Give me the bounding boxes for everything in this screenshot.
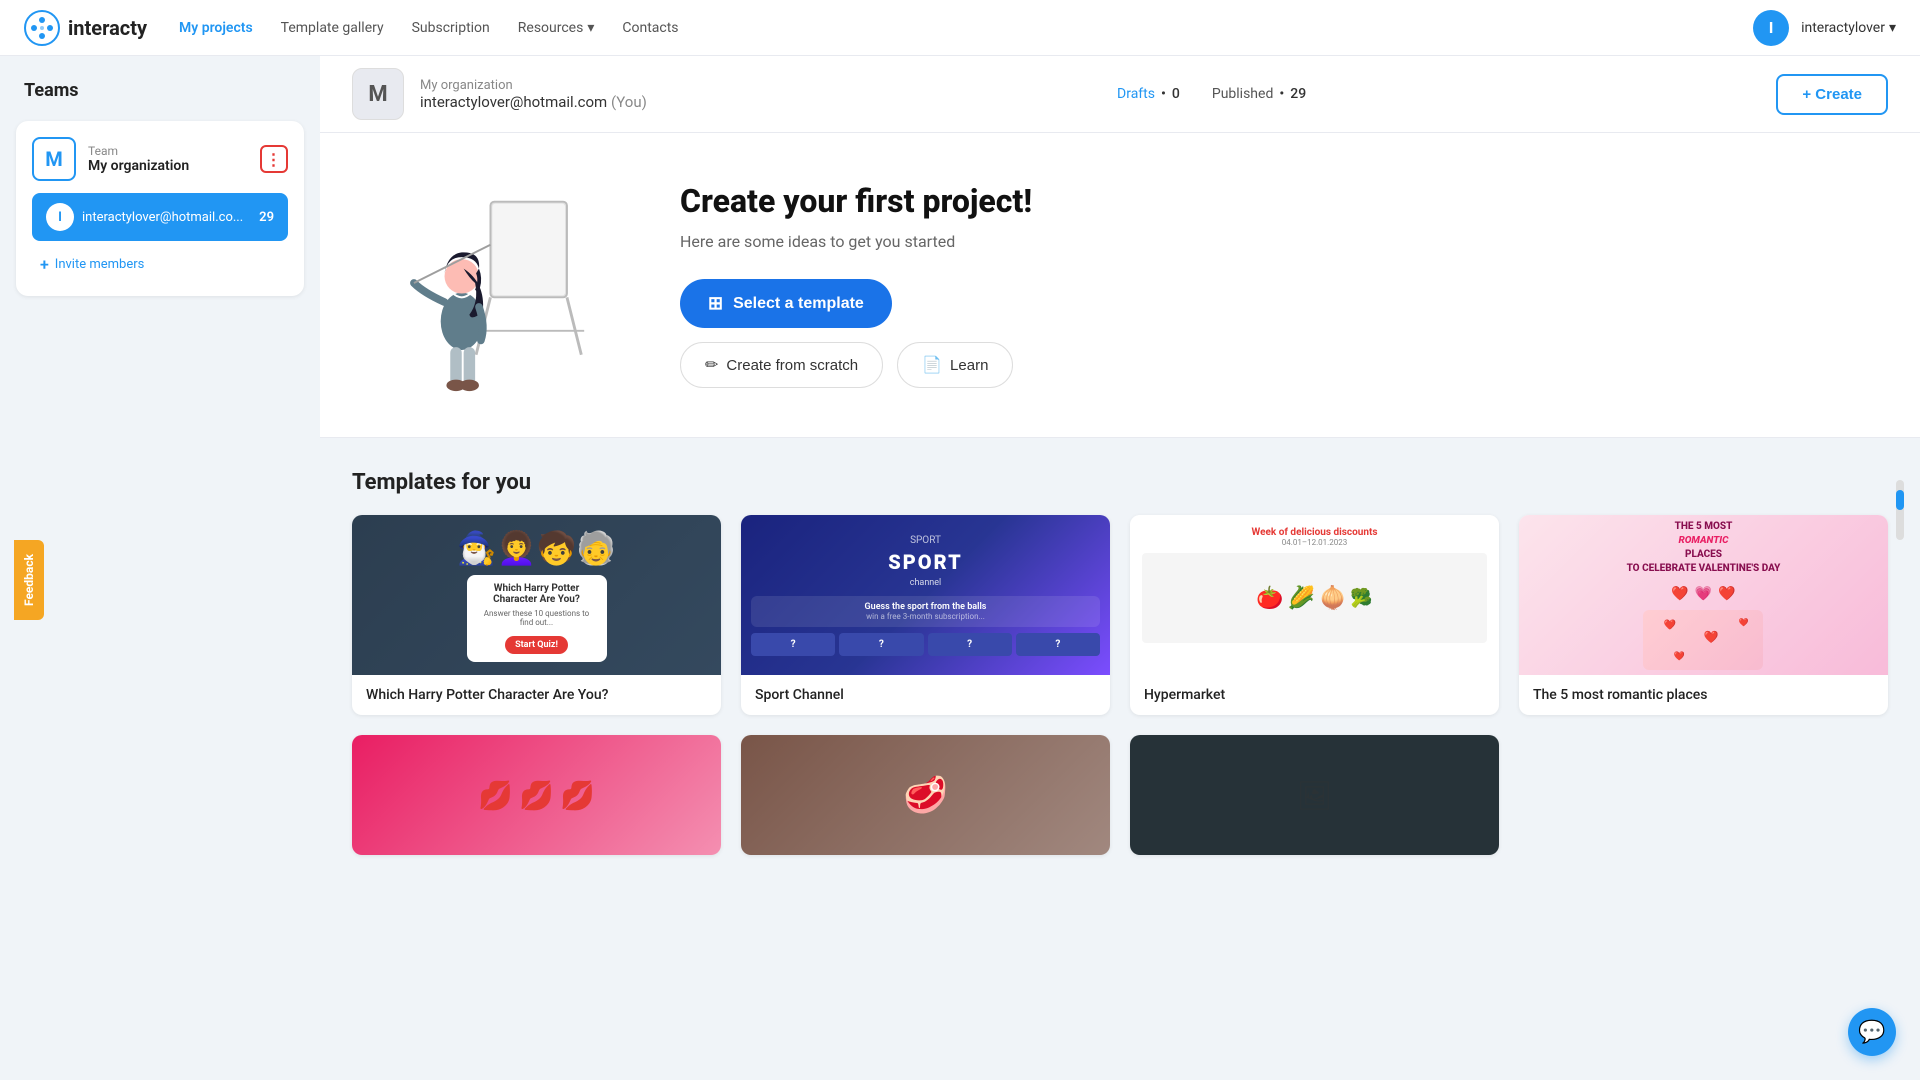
template-card-lips[interactable]: 💋 💋 💋: [352, 735, 721, 855]
hero-illustration: [400, 173, 620, 397]
hero-title: Create your first project!: [680, 182, 1860, 220]
org-left: M My organization interactylover@hotmail…: [352, 68, 647, 120]
member-left: I interactylover@hotmail.co...: [46, 203, 243, 231]
main-nav: My projects Template gallery Subscriptio…: [179, 20, 1753, 36]
org-info: My organization interactylover@hotmail.c…: [420, 78, 647, 111]
template-name-hyper: Hypermarket: [1130, 675, 1499, 715]
templates-grid-bottom: 💋 💋 💋 🥩 🖼: [352, 735, 1888, 887]
plus-icon: +: [40, 255, 49, 274]
template-thumb-hyper: Week of delicious discounts 04.01–12.01.…: [1130, 515, 1499, 675]
member-email: interactylover@hotmail.co...: [82, 210, 243, 225]
template-thumb-hp: 🧙‍♂️👩‍🦱🧒🧓 Which Harry Potter Character A…: [352, 515, 721, 675]
sidebar-title: Teams: [16, 80, 304, 101]
chevron-down-icon: ▾: [587, 20, 594, 36]
templates-section: Templates for you 🧙‍♂️👩‍🦱🧒🧓 Which Harry …: [320, 438, 1920, 887]
user-chevron-icon: ▾: [1889, 20, 1896, 36]
org-email: interactylover@hotmail.com (You): [420, 93, 647, 111]
invite-members-button[interactable]: + Invite members: [32, 249, 152, 280]
published-stat: Published • 29: [1212, 86, 1306, 102]
template-card-empty: [1519, 735, 1888, 855]
nav-contacts[interactable]: Contacts: [622, 20, 678, 36]
create-from-scratch-button[interactable]: ✏ Create from scratch: [680, 342, 883, 388]
create-button[interactable]: + Create: [1776, 74, 1888, 115]
person-illustration: [400, 173, 600, 393]
learn-button[interactable]: 📄 Learn: [897, 342, 1013, 388]
feedback-label[interactable]: Feedback: [14, 540, 44, 620]
team-label: Team: [88, 144, 189, 158]
header-right: I interactylover ▾: [1753, 10, 1896, 46]
btn-row: ✏ Create from scratch 📄 Learn: [680, 342, 1860, 388]
hero-section: Create your first project! Here are some…: [320, 133, 1920, 438]
templates-grid: 🧙‍♂️👩‍🦱🧒🧓 Which Harry Potter Character A…: [352, 515, 1888, 715]
dots-icon: ⋮: [266, 150, 283, 169]
template-thumb-lips: 💋 💋 💋: [352, 735, 721, 855]
hero-actions: ⊞ Select a template ✏ Create from scratc…: [680, 279, 1860, 388]
scroll-indicator[interactable]: [1896, 480, 1904, 540]
published-count: 29: [1290, 86, 1306, 102]
logo: interacty: [24, 10, 147, 46]
hero-subtitle: Here are some ideas to get you started: [680, 232, 1860, 251]
drafts-link[interactable]: Drafts: [1117, 86, 1155, 102]
org-avatar: M: [352, 68, 404, 120]
logo-text: interacty: [68, 16, 147, 40]
team-info: M Team My organization: [32, 137, 189, 181]
template-thumb-romantic: THE 5 MOSTROMANTICPLACESTO CELEBRATE VAL…: [1519, 515, 1888, 675]
team-avatar: M: [32, 137, 76, 181]
template-thumb-food: 🥩: [741, 735, 1110, 855]
nav-resources[interactable]: Resources ▾: [518, 20, 595, 36]
document-icon: 📄: [922, 355, 942, 375]
org-name: My organization: [420, 78, 647, 93]
app-body: Teams M Team My organization ⋮ I interac…: [0, 56, 1920, 1080]
published-label: Published: [1212, 86, 1273, 102]
template-card-hp[interactable]: 🧙‍♂️👩‍🦱🧒🧓 Which Harry Potter Character A…: [352, 515, 721, 715]
template-thumb-dark: 🖼: [1130, 735, 1499, 855]
chat-button[interactable]: 💬: [1848, 1008, 1896, 1056]
org-stats: Drafts • 0 Published • 29: [1117, 86, 1306, 102]
org-you-label: (You): [611, 93, 647, 111]
user-menu[interactable]: interactylover ▾: [1801, 20, 1896, 36]
drafts-stat: Drafts • 0: [1117, 86, 1180, 102]
hero-content: Create your first project! Here are some…: [680, 182, 1860, 388]
template-name-sport: Sport Channel: [741, 675, 1110, 715]
feedback-tab[interactable]: Feedback: [0, 540, 94, 610]
team-menu-button[interactable]: ⋮: [260, 145, 288, 173]
nav-subscription[interactable]: Subscription: [412, 20, 490, 36]
scroll-thumb: [1896, 490, 1904, 510]
template-card-food[interactable]: 🥩: [741, 735, 1110, 855]
org-bar: M My organization interactylover@hotmail…: [320, 56, 1920, 133]
team-member-row[interactable]: I interactylover@hotmail.co... 29: [32, 193, 288, 241]
template-card-romantic[interactable]: THE 5 MOSTROMANTICPLACESTO CELEBRATE VAL…: [1519, 515, 1888, 715]
grid-icon: ⊞: [708, 293, 723, 314]
member-count: 29: [259, 210, 274, 225]
template-name-hp: Which Harry Potter Character Are You?: [352, 675, 721, 715]
nav-template-gallery[interactable]: Template gallery: [281, 20, 384, 36]
team-texts: Team My organization: [88, 144, 189, 174]
user-avatar: I: [1753, 10, 1789, 46]
templates-title: Templates for you: [352, 470, 1888, 495]
drafts-count: 0: [1172, 86, 1180, 102]
nav-my-projects[interactable]: My projects: [179, 20, 253, 36]
template-name-romantic: The 5 most romantic places: [1519, 675, 1888, 715]
template-card-sport[interactable]: SPORT SPORT channel Guess the sport from…: [741, 515, 1110, 715]
pencil-icon: ✏: [705, 355, 718, 375]
team-card: M Team My organization ⋮ I interactylove…: [16, 121, 304, 296]
team-header: M Team My organization ⋮: [32, 137, 288, 181]
template-thumb-sport: SPORT SPORT channel Guess the sport from…: [741, 515, 1110, 675]
team-name: My organization: [88, 158, 189, 174]
template-card-hyper[interactable]: Week of delicious discounts 04.01–12.01.…: [1130, 515, 1499, 715]
header: interacty My projects Template gallery S…: [0, 0, 1920, 56]
logo-icon: [24, 10, 60, 46]
template-card-dark[interactable]: 🖼: [1130, 735, 1499, 855]
main-content: M My organization interactylover@hotmail…: [320, 56, 1920, 1080]
member-avatar: I: [46, 203, 74, 231]
chat-icon: 💬: [1858, 1020, 1885, 1045]
select-template-button[interactable]: ⊞ Select a template: [680, 279, 892, 328]
